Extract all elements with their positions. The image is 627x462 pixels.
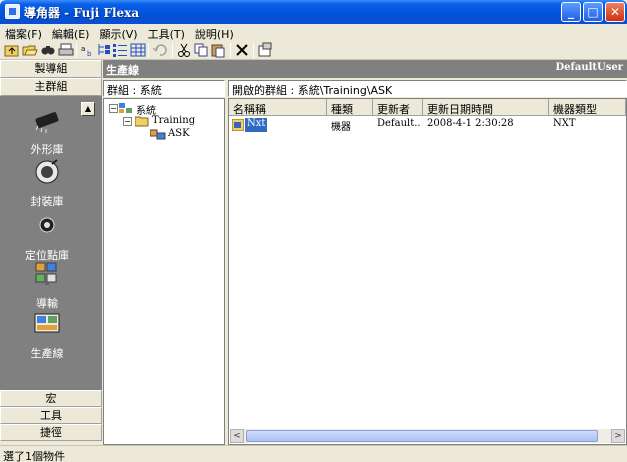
cell-name: Nxt bbox=[245, 118, 268, 132]
production-line-icon bbox=[34, 313, 60, 333]
undo-icon[interactable] bbox=[152, 42, 168, 58]
list-view-icon[interactable] bbox=[112, 42, 128, 58]
panel-footer-shortcuts[interactable]: 捷徑 bbox=[0, 424, 102, 441]
up-folder-icon[interactable] bbox=[4, 42, 20, 58]
details-view-icon[interactable] bbox=[130, 42, 146, 58]
group-label: 群組 : 系統 bbox=[103, 80, 225, 97]
delete-icon[interactable] bbox=[234, 42, 250, 58]
panel-item-label: 外形庫 bbox=[30, 143, 64, 156]
maximize-button[interactable]: □ bbox=[583, 2, 603, 22]
package-library-icon bbox=[35, 159, 59, 184]
horizontal-scrollbar[interactable]: < > bbox=[230, 429, 625, 443]
column-header-type[interactable]: 種類 bbox=[327, 99, 373, 116]
svg-text:b: b bbox=[87, 50, 92, 58]
panel-item-fiducial-library[interactable]: 定位點庫 bbox=[0, 212, 94, 263]
path-label: 開啟的群組 : 系統\Training\ASK bbox=[228, 80, 627, 97]
toolbar: ab bbox=[0, 41, 627, 60]
panel-header-top[interactable]: 製導組 bbox=[0, 60, 102, 78]
minimize-button[interactable]: _ bbox=[561, 2, 581, 22]
status-bar: 選了1個物件 bbox=[0, 445, 627, 462]
panel-body: ▲ 外形庫 封裝庫 定位點庫 導輸 生產線 bbox=[0, 96, 102, 390]
status-text: 選了1個物件 bbox=[3, 450, 65, 462]
sort-icon[interactable]: ab bbox=[80, 42, 96, 58]
column-header-datetime[interactable]: 更新日期時間 bbox=[423, 99, 549, 116]
group-tree[interactable]: − 系統 − Training ASK bbox=[103, 98, 225, 445]
find-icon[interactable] bbox=[40, 42, 56, 58]
panel-footer-macro[interactable]: 宏 bbox=[0, 390, 102, 407]
fiducial-library-icon bbox=[39, 217, 55, 233]
menu-file[interactable]: 檔案(F) bbox=[0, 24, 47, 42]
column-header-updater[interactable]: 更新者 bbox=[373, 99, 423, 116]
panel-item-shape-library[interactable]: 外形庫 bbox=[0, 106, 94, 157]
panel-item-label: 導輸 bbox=[36, 297, 58, 310]
copy-icon[interactable] bbox=[193, 42, 209, 58]
paste-icon[interactable] bbox=[210, 42, 226, 58]
folder-icon bbox=[135, 116, 149, 127]
app-icon bbox=[5, 4, 20, 19]
panel-item-transfer[interactable]: 導輸 bbox=[0, 260, 94, 311]
machine-icon bbox=[232, 119, 244, 131]
panel-item-label: 封裝庫 bbox=[30, 195, 64, 208]
close-button[interactable]: ✕ bbox=[605, 2, 625, 22]
tree-node-training[interactable]: Training bbox=[152, 115, 195, 126]
open-icon[interactable] bbox=[22, 42, 38, 58]
svg-text:a: a bbox=[81, 45, 85, 53]
panel-header-main[interactable]: 主群組 bbox=[0, 78, 102, 96]
main-header-title: 生產線 bbox=[106, 64, 139, 77]
shape-library-icon bbox=[35, 112, 59, 133]
title-bar: 導角器 - Fuji Flexa _ □ ✕ bbox=[0, 0, 627, 24]
column-header-machine[interactable]: 機器類型 bbox=[549, 99, 626, 116]
tree-toggle-training[interactable]: − bbox=[123, 117, 132, 126]
transfer-icon bbox=[35, 262, 57, 285]
panel-item-label: 生產線 bbox=[30, 347, 64, 360]
menu-edit[interactable]: 編輯(E) bbox=[47, 24, 95, 42]
tree-node-ask[interactable]: ASK bbox=[168, 128, 190, 139]
tree-toggle-root[interactable]: − bbox=[109, 104, 118, 113]
menu-bar: 檔案(F) 編輯(E) 顯示(V) 工具(T) 說明(H) bbox=[0, 24, 627, 41]
print-icon[interactable] bbox=[58, 42, 74, 58]
scroll-left-button[interactable]: < bbox=[230, 429, 244, 443]
panel-footer-tools[interactable]: 工具 bbox=[0, 407, 102, 424]
properties-icon[interactable] bbox=[257, 42, 273, 58]
panel-item-package-library[interactable]: 封裝庫 bbox=[0, 158, 94, 209]
left-panel: 製導組 主群組 ▲ 外形庫 封裝庫 定位點庫 導輸 生產線 宏 工具 捷徑 bbox=[0, 60, 102, 445]
cell-type: 機器 bbox=[331, 122, 351, 132]
menu-help[interactable]: 說明(H) bbox=[190, 24, 239, 42]
window-title: 導角器 - Fuji Flexa bbox=[24, 6, 140, 20]
cut-icon[interactable] bbox=[176, 42, 192, 58]
cell-machine: NXT bbox=[553, 118, 576, 129]
scroll-thumb[interactable] bbox=[246, 430, 598, 442]
column-header-name[interactable]: 名稱稱 bbox=[229, 99, 327, 116]
system-icon bbox=[119, 103, 132, 113]
tree-view-icon[interactable] bbox=[96, 42, 112, 58]
cell-updater: Default... bbox=[377, 118, 421, 129]
line-icon bbox=[150, 129, 166, 140]
cell-datetime: 2008-4-1 2:30:28 bbox=[427, 118, 514, 129]
main-header: 生產線 DefaultUser bbox=[103, 60, 627, 78]
menu-view[interactable]: 顯示(V) bbox=[94, 24, 142, 42]
main-header-user: DefaultUser bbox=[555, 62, 624, 73]
scroll-right-button[interactable]: > bbox=[611, 429, 625, 443]
panel-item-production-line[interactable]: 生產線 bbox=[0, 310, 94, 361]
menu-tools[interactable]: 工具(T) bbox=[143, 24, 190, 42]
item-list: 名稱稱 種類 更新者 更新日期時間 機器類型 Nxt 機器 Default...… bbox=[228, 98, 627, 445]
